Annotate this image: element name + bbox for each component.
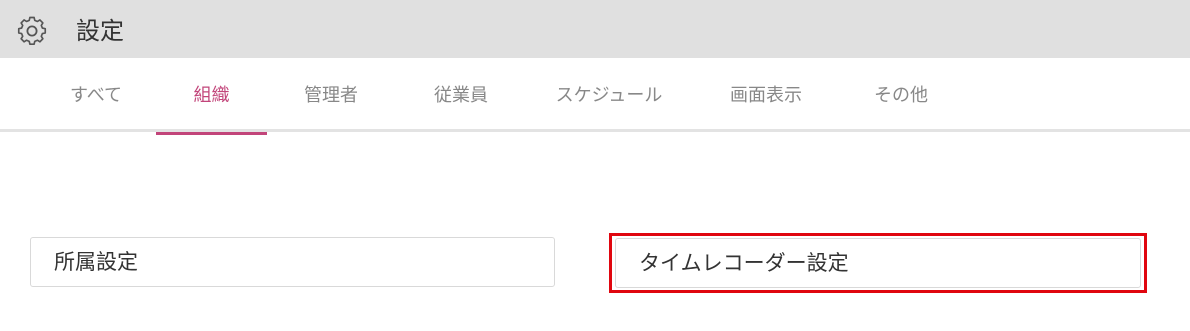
tab-all[interactable]: すべて (58, 58, 134, 132)
app-header: 設定 (0, 0, 1190, 58)
tab-other[interactable]: その他 (862, 58, 940, 132)
card-label: 所属設定 (54, 250, 138, 274)
tab-schedule[interactable]: スケジュール (550, 58, 668, 132)
affiliation-settings-card[interactable]: 所属設定 (30, 237, 555, 287)
tab-employee[interactable]: 従業員 (416, 58, 506, 132)
page-title: 設定 (76, 17, 124, 45)
tab-organization[interactable]: 組織 (156, 58, 267, 135)
gear-icon[interactable] (17, 16, 47, 46)
tab-admin[interactable]: 管理者 (286, 58, 376, 132)
time-recorder-settings-card[interactable]: タイムレコーダー設定 (615, 238, 1141, 288)
tab-bar: すべて 組織 管理者 従業員 スケジュール 画面表示 その他 (0, 58, 1190, 135)
card-label: タイムレコーダー設定 (639, 251, 849, 275)
tab-display[interactable]: 画面表示 (718, 58, 814, 132)
